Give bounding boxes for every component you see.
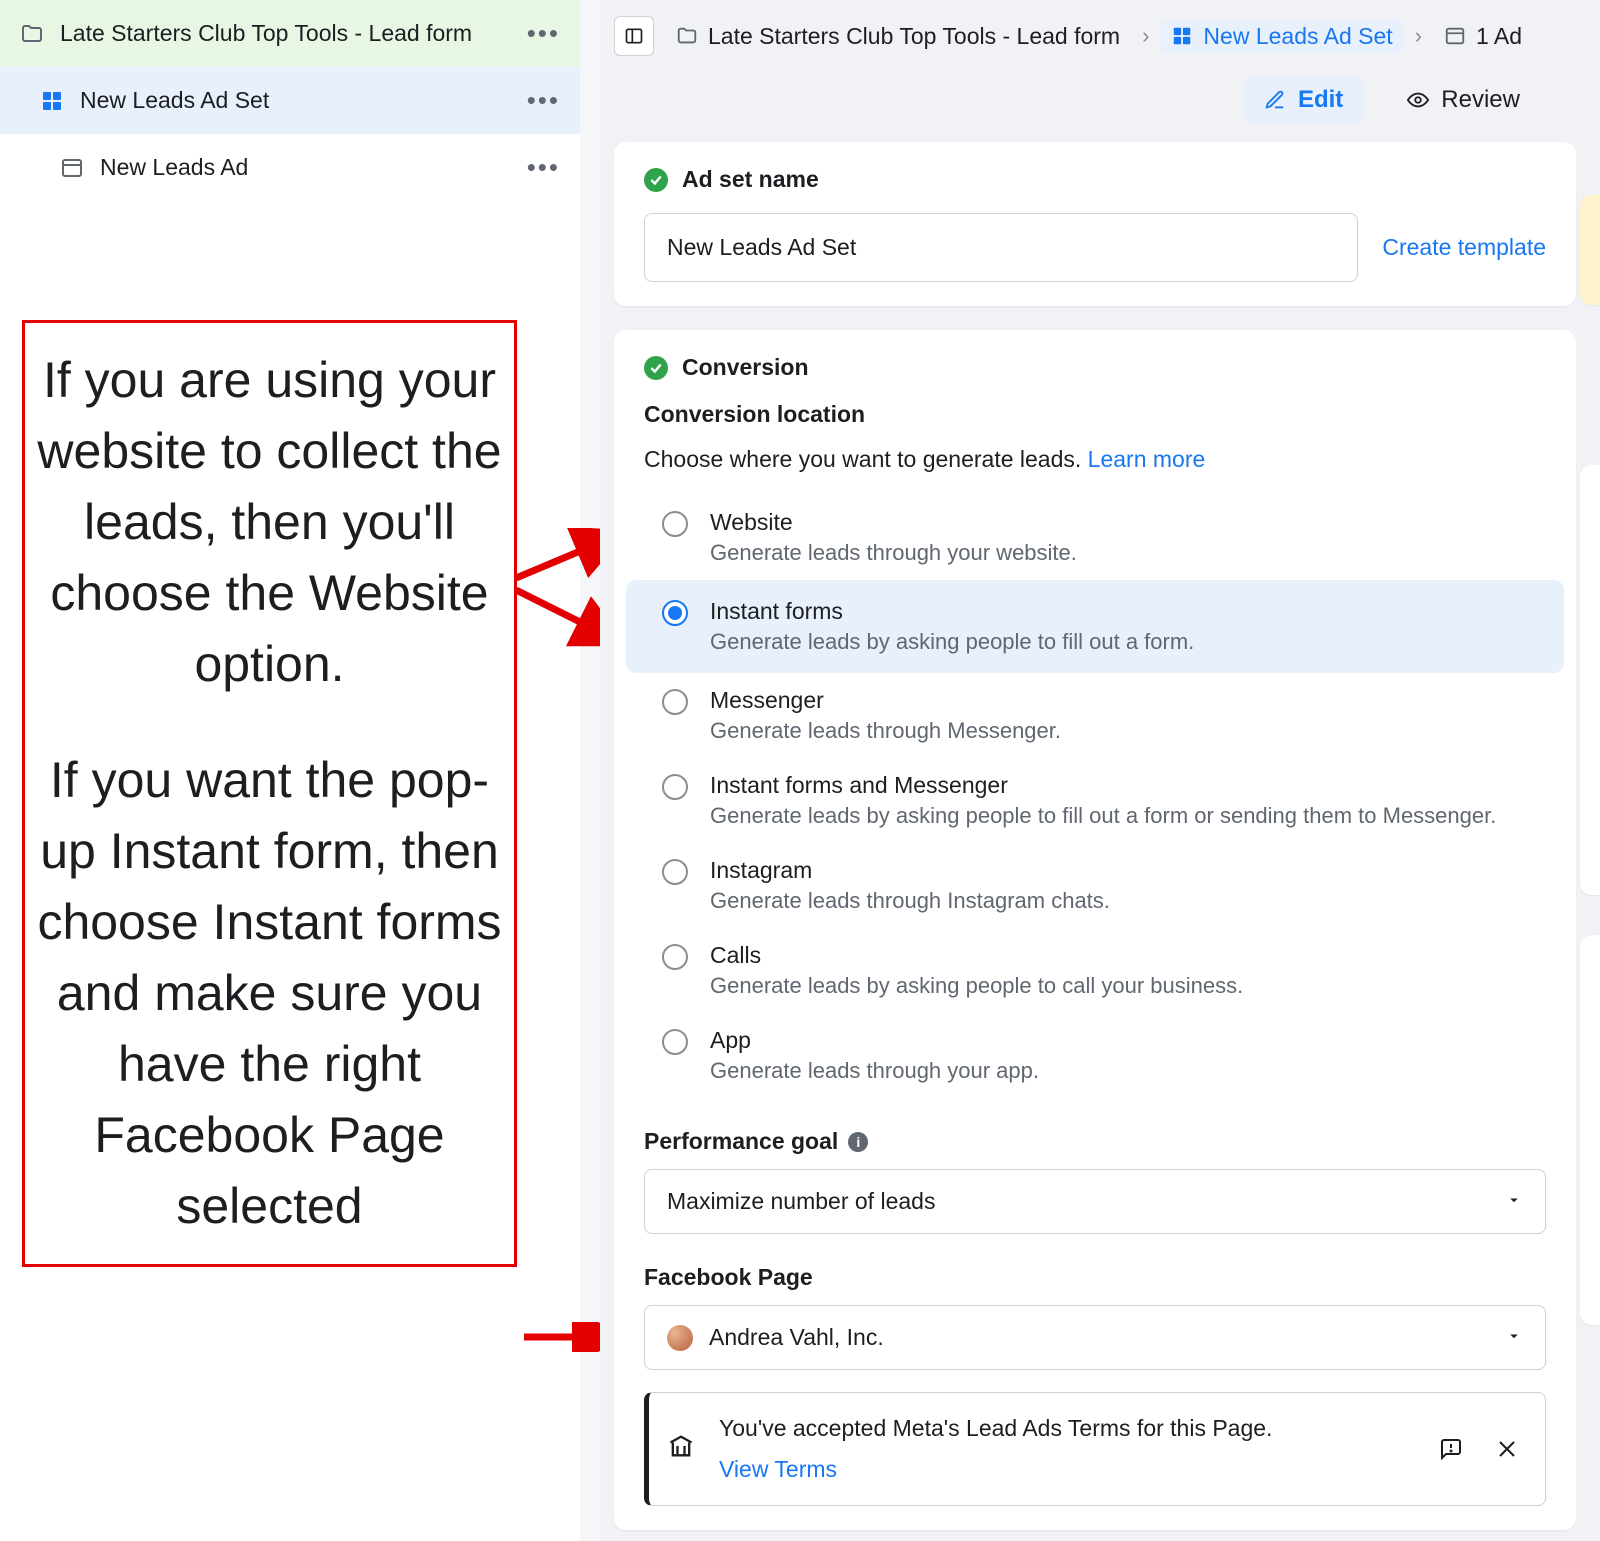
breadcrumb-ad[interactable]: 1 Ad [1434, 19, 1532, 54]
option-desc: Generate leads through your app. [710, 1058, 1039, 1084]
conversion-location-options: Website Generate leads through your websi… [644, 495, 1546, 1098]
tree-item-ad[interactable]: New Leads Ad ••• [0, 134, 580, 201]
create-template-link[interactable]: Create template [1382, 234, 1546, 261]
conversion-option-calls[interactable]: Calls Generate leads by asking people to … [644, 928, 1546, 1013]
adset-name-card: Ad set name Create template [614, 142, 1576, 306]
option-label: Website [710, 509, 1077, 536]
tree-item-campaign[interactable]: Late Starters Club Top Tools - Lead form… [0, 0, 580, 67]
tree-adset-label: New Leads Ad Set [80, 87, 269, 114]
option-desc: Generate leads by asking people to fill … [710, 629, 1194, 655]
review-tab[interactable]: Review [1387, 76, 1540, 124]
caret-down-icon [1505, 1188, 1523, 1215]
review-tab-label: Review [1441, 86, 1520, 114]
adset-name-title: Ad set name [644, 166, 1546, 193]
mode-tabs: Edit Review [600, 64, 1600, 142]
page-avatar [667, 1325, 693, 1351]
facebook-page-select[interactable]: Andrea Vahl, Inc. [644, 1305, 1546, 1370]
breadcrumb-campaign-label: Late Starters Club Top Tools - Lead form [708, 23, 1120, 50]
more-icon[interactable]: ••• [527, 18, 560, 49]
right-panel-stub [1580, 465, 1600, 895]
feedback-icon[interactable] [1435, 1433, 1467, 1465]
radio-icon [662, 1029, 688, 1055]
conversion-location-desc: Choose where you want to generate leads.… [644, 446, 1546, 473]
breadcrumb-adset[interactable]: New Leads Ad Set [1161, 19, 1402, 54]
edit-tab-label: Edit [1298, 86, 1343, 114]
more-icon[interactable]: ••• [527, 85, 560, 116]
adset-icon [1171, 25, 1193, 47]
chevron-right-icon: › [1415, 23, 1422, 49]
conversion-option-instagram[interactable]: Instagram Generate leads through Instagra… [644, 843, 1546, 928]
radio-icon [662, 859, 688, 885]
check-icon [644, 168, 668, 192]
performance-goal-value: Maximize number of leads [667, 1188, 935, 1215]
performance-goal-label: Performance goal i [644, 1128, 1546, 1155]
check-icon [644, 356, 668, 380]
radio-icon [662, 511, 688, 537]
radio-icon [662, 689, 688, 715]
view-terms-link[interactable]: View Terms [719, 1456, 1411, 1483]
option-label: Instant forms and Messenger [710, 772, 1496, 799]
option-desc: Generate leads through Messenger. [710, 718, 1061, 744]
adset-icon [40, 89, 64, 113]
conversion-title: Conversion [644, 354, 1546, 381]
breadcrumb-ad-label: 1 Ad [1476, 23, 1522, 50]
caret-down-icon [1505, 1324, 1523, 1351]
annotation-text-2: If you want the pop-up Instant form, the… [35, 745, 504, 1242]
breadcrumb-campaign[interactable]: Late Starters Club Top Tools - Lead form [666, 19, 1130, 54]
folder-icon [20, 22, 44, 46]
facebook-page-value: Andrea Vahl, Inc. [709, 1324, 884, 1351]
info-icon[interactable]: i [848, 1132, 868, 1152]
option-desc: Generate leads through Instagram chats. [710, 888, 1110, 914]
annotation-text-1: If you are using your website to collect… [35, 345, 504, 700]
chevron-right-icon: › [1142, 23, 1149, 49]
right-panel-stub [1580, 935, 1600, 1325]
tree-campaign-label: Late Starters Club Top Tools - Lead form [60, 20, 472, 47]
conversion-option-website[interactable]: Website Generate leads through your websi… [644, 495, 1546, 580]
radio-icon [662, 774, 688, 800]
close-icon[interactable] [1491, 1433, 1523, 1465]
option-label: App [710, 1027, 1039, 1054]
radio-icon [662, 944, 688, 970]
option-desc: Generate leads through your website. [710, 540, 1077, 566]
option-desc: Generate leads by asking people to fill … [710, 803, 1496, 829]
option-label: Instant forms [710, 598, 1194, 625]
radio-icon [662, 600, 688, 626]
folder-icon [676, 25, 698, 47]
option-desc: Generate leads by asking people to call … [710, 973, 1243, 999]
ad-icon [60, 156, 84, 180]
main-panel: Late Starters Club Top Tools - Lead form… [600, 0, 1600, 1541]
conversion-option-app[interactable]: App Generate leads through your app. [644, 1013, 1546, 1098]
edit-tab[interactable]: Edit [1244, 76, 1363, 124]
conversion-location-label: Conversion location [644, 401, 1546, 428]
right-panel-stub [1580, 195, 1600, 305]
tree-ad-label: New Leads Ad [100, 154, 248, 181]
adset-name-input[interactable] [644, 213, 1358, 282]
conversion-card: Conversion Conversion location Choose wh… [614, 330, 1576, 1530]
conversion-option-messenger[interactable]: Messenger Generate leads through Messenge… [644, 673, 1546, 758]
institution-icon [667, 1432, 695, 1466]
breadcrumb-bar: Late Starters Club Top Tools - Lead form… [600, 8, 1600, 64]
more-icon[interactable]: ••• [527, 152, 560, 183]
performance-goal-select[interactable]: Maximize number of leads [644, 1169, 1546, 1234]
option-label: Messenger [710, 687, 1061, 714]
terms-message: You've accepted Meta's Lead Ads Terms fo… [719, 1415, 1411, 1442]
tree-item-adset[interactable]: New Leads Ad Set ••• [0, 67, 580, 134]
option-label: Instagram [710, 857, 1110, 884]
annotation-callout: If you are using your website to collect… [22, 320, 517, 1267]
breadcrumb-adset-label: New Leads Ad Set [1203, 23, 1392, 50]
lead-terms-notice: You've accepted Meta's Lead Ads Terms fo… [644, 1392, 1546, 1506]
option-label: Calls [710, 942, 1243, 969]
panel-toggle-button[interactable] [614, 16, 654, 56]
facebook-page-label: Facebook Page [644, 1264, 1546, 1291]
learn-more-link[interactable]: Learn more [1088, 446, 1206, 472]
conversion-option-instant-forms[interactable]: Instant forms Generate leads by asking pe… [626, 580, 1564, 673]
conversion-option-instant-forms-and-messenger[interactable]: Instant forms and Messenger Generate lead… [644, 758, 1546, 843]
ad-icon [1444, 25, 1466, 47]
